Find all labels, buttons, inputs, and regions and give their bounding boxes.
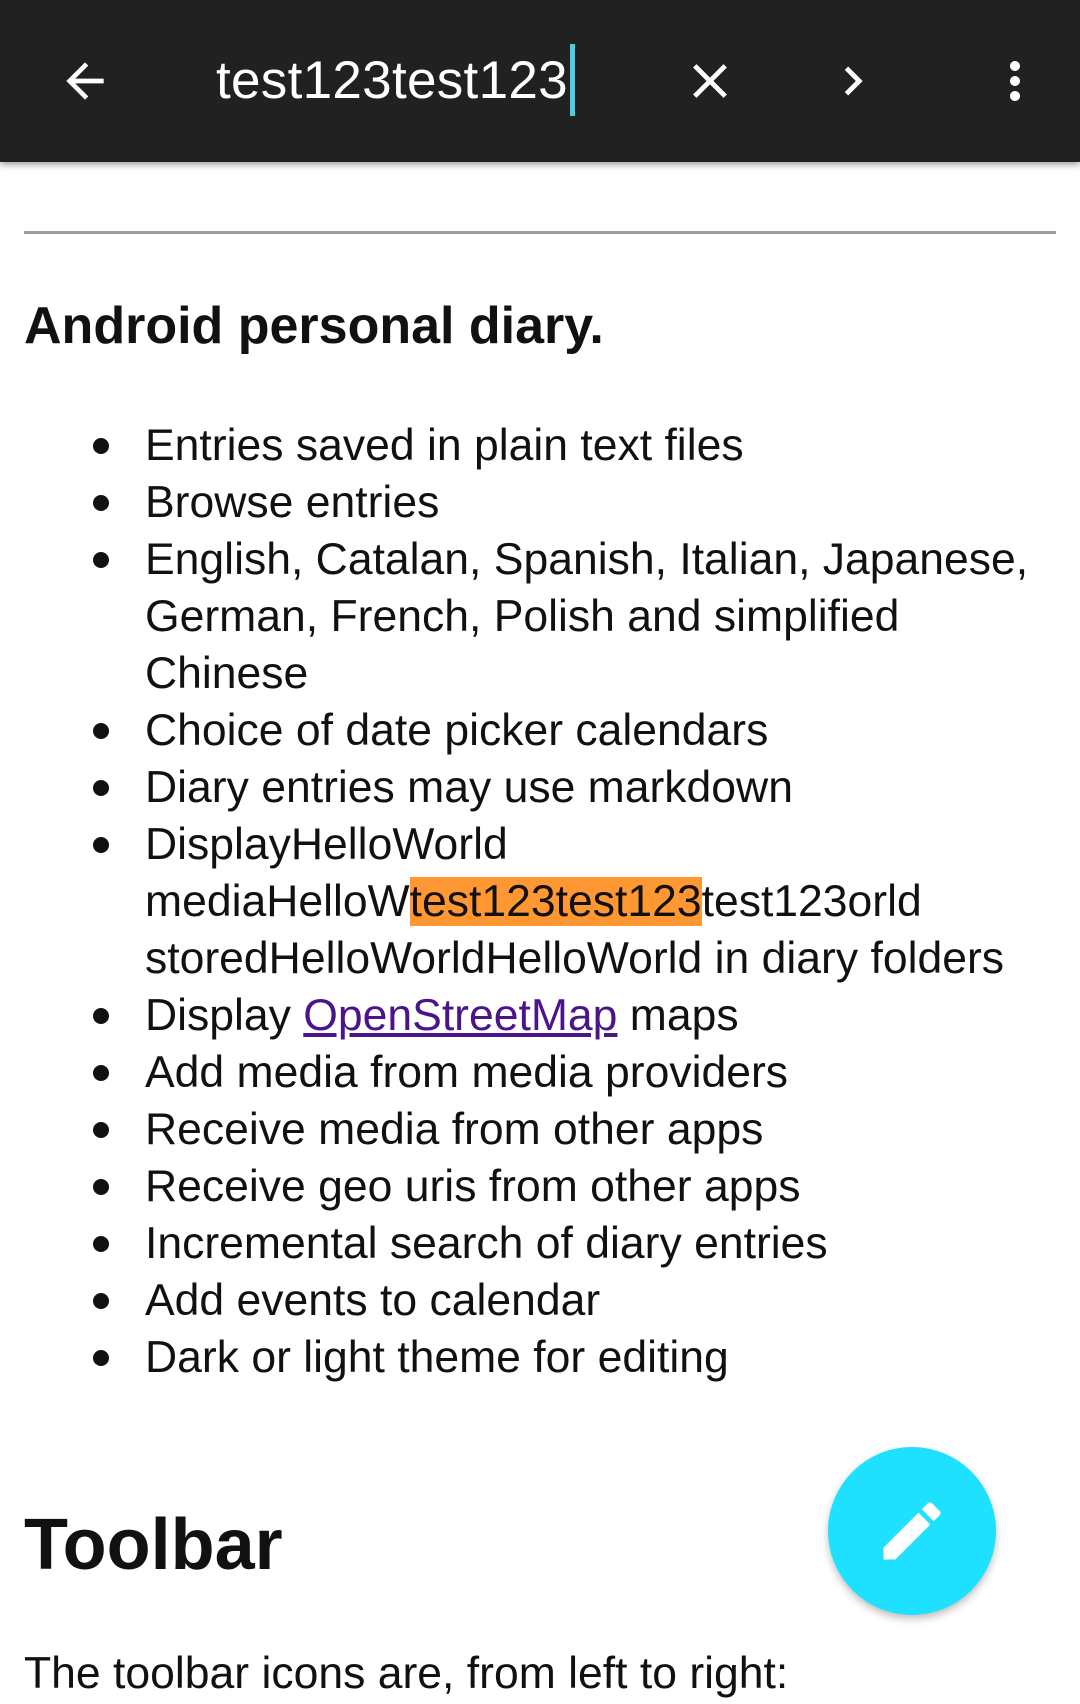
list-item: Dark or light theme for editing xyxy=(0,1329,1080,1386)
list-item-text: Add events to calendar xyxy=(145,1276,601,1325)
list-item: English, Catalan, Spanish, Italian, Japa… xyxy=(0,531,1080,702)
list-item-text: Browse entries xyxy=(145,478,440,527)
clear-search-button[interactable] xyxy=(665,0,755,162)
list-item-text: Dark or light theme for editing xyxy=(145,1333,729,1382)
list-item-text: Add media from media providers xyxy=(145,1048,789,1097)
arrow-back-icon xyxy=(66,62,104,100)
list-item: Receive media from other apps xyxy=(0,1101,1080,1158)
list-item-text: English, Catalan, Spanish, Italian, Japa… xyxy=(145,535,1029,698)
find-in-page-input[interactable]: test123test123 xyxy=(216,40,575,120)
list-item-text: Diary entries may use markdown xyxy=(145,763,793,812)
list-item-text: Receive media from other apps xyxy=(145,1105,764,1154)
list-item: Display OpenStreetMap maps xyxy=(0,987,1080,1044)
chevron-right-icon xyxy=(844,66,863,96)
list-item-text: Incremental search of diary entries xyxy=(145,1219,828,1268)
list-item: DisplayHelloWorld mediaHelloWtest123test1… xyxy=(0,816,1080,987)
close-icon xyxy=(693,64,727,98)
more-vert-icon xyxy=(1010,61,1020,101)
list-item: Incremental search of diary entries xyxy=(0,1215,1080,1272)
list-item: Add events to calendar xyxy=(0,1272,1080,1329)
list-item-text: Choice of date picker calendars xyxy=(145,706,769,755)
list-item: Diary entries may use markdown xyxy=(0,759,1080,816)
horizontal-rule xyxy=(24,231,1056,234)
back-button[interactable] xyxy=(40,0,130,162)
list-item: Add media from media providers xyxy=(0,1044,1080,1101)
feature-list: Entries saved in plain text files Browse… xyxy=(0,417,1080,1386)
list-item-text: maps xyxy=(617,991,739,1040)
list-item-text: DisplayHelloWorld xyxy=(145,820,508,869)
list-item-text: Display xyxy=(145,991,304,1040)
section-heading: Android personal diary. xyxy=(24,297,604,355)
toolbar-intro-text: The toolbar icons are, from left to righ… xyxy=(24,1649,789,1698)
pencil-edit-icon xyxy=(883,1502,941,1560)
list-item: Choice of date picker calendars xyxy=(0,702,1080,759)
search-match-highlight: test123test123 xyxy=(409,877,702,926)
document-view[interactable]: Android personal diary. Entries saved in… xyxy=(0,0,1080,1699)
list-item: Receive geo uris from other apps xyxy=(0,1158,1080,1215)
toolbar-heading: Toolbar xyxy=(24,1505,283,1585)
next-match-button[interactable] xyxy=(808,0,898,162)
more-options-button[interactable] xyxy=(975,0,1055,162)
text-caret xyxy=(569,44,575,116)
edit-fab-button[interactable] xyxy=(828,1447,996,1615)
list-item-text: Receive geo uris from other apps xyxy=(145,1162,801,1211)
search-toolbar: test123test123 xyxy=(0,0,1080,162)
list-item: Entries saved in plain text files xyxy=(0,417,1080,474)
search-query-text: test123test123 xyxy=(216,50,568,110)
openstreetmap-link[interactable]: OpenStreetMap xyxy=(303,991,617,1040)
list-item-text: mediaHelloW xyxy=(145,877,410,926)
list-item-text: Entries saved in plain text files xyxy=(145,421,744,470)
list-item: Browse entries xyxy=(0,474,1080,531)
